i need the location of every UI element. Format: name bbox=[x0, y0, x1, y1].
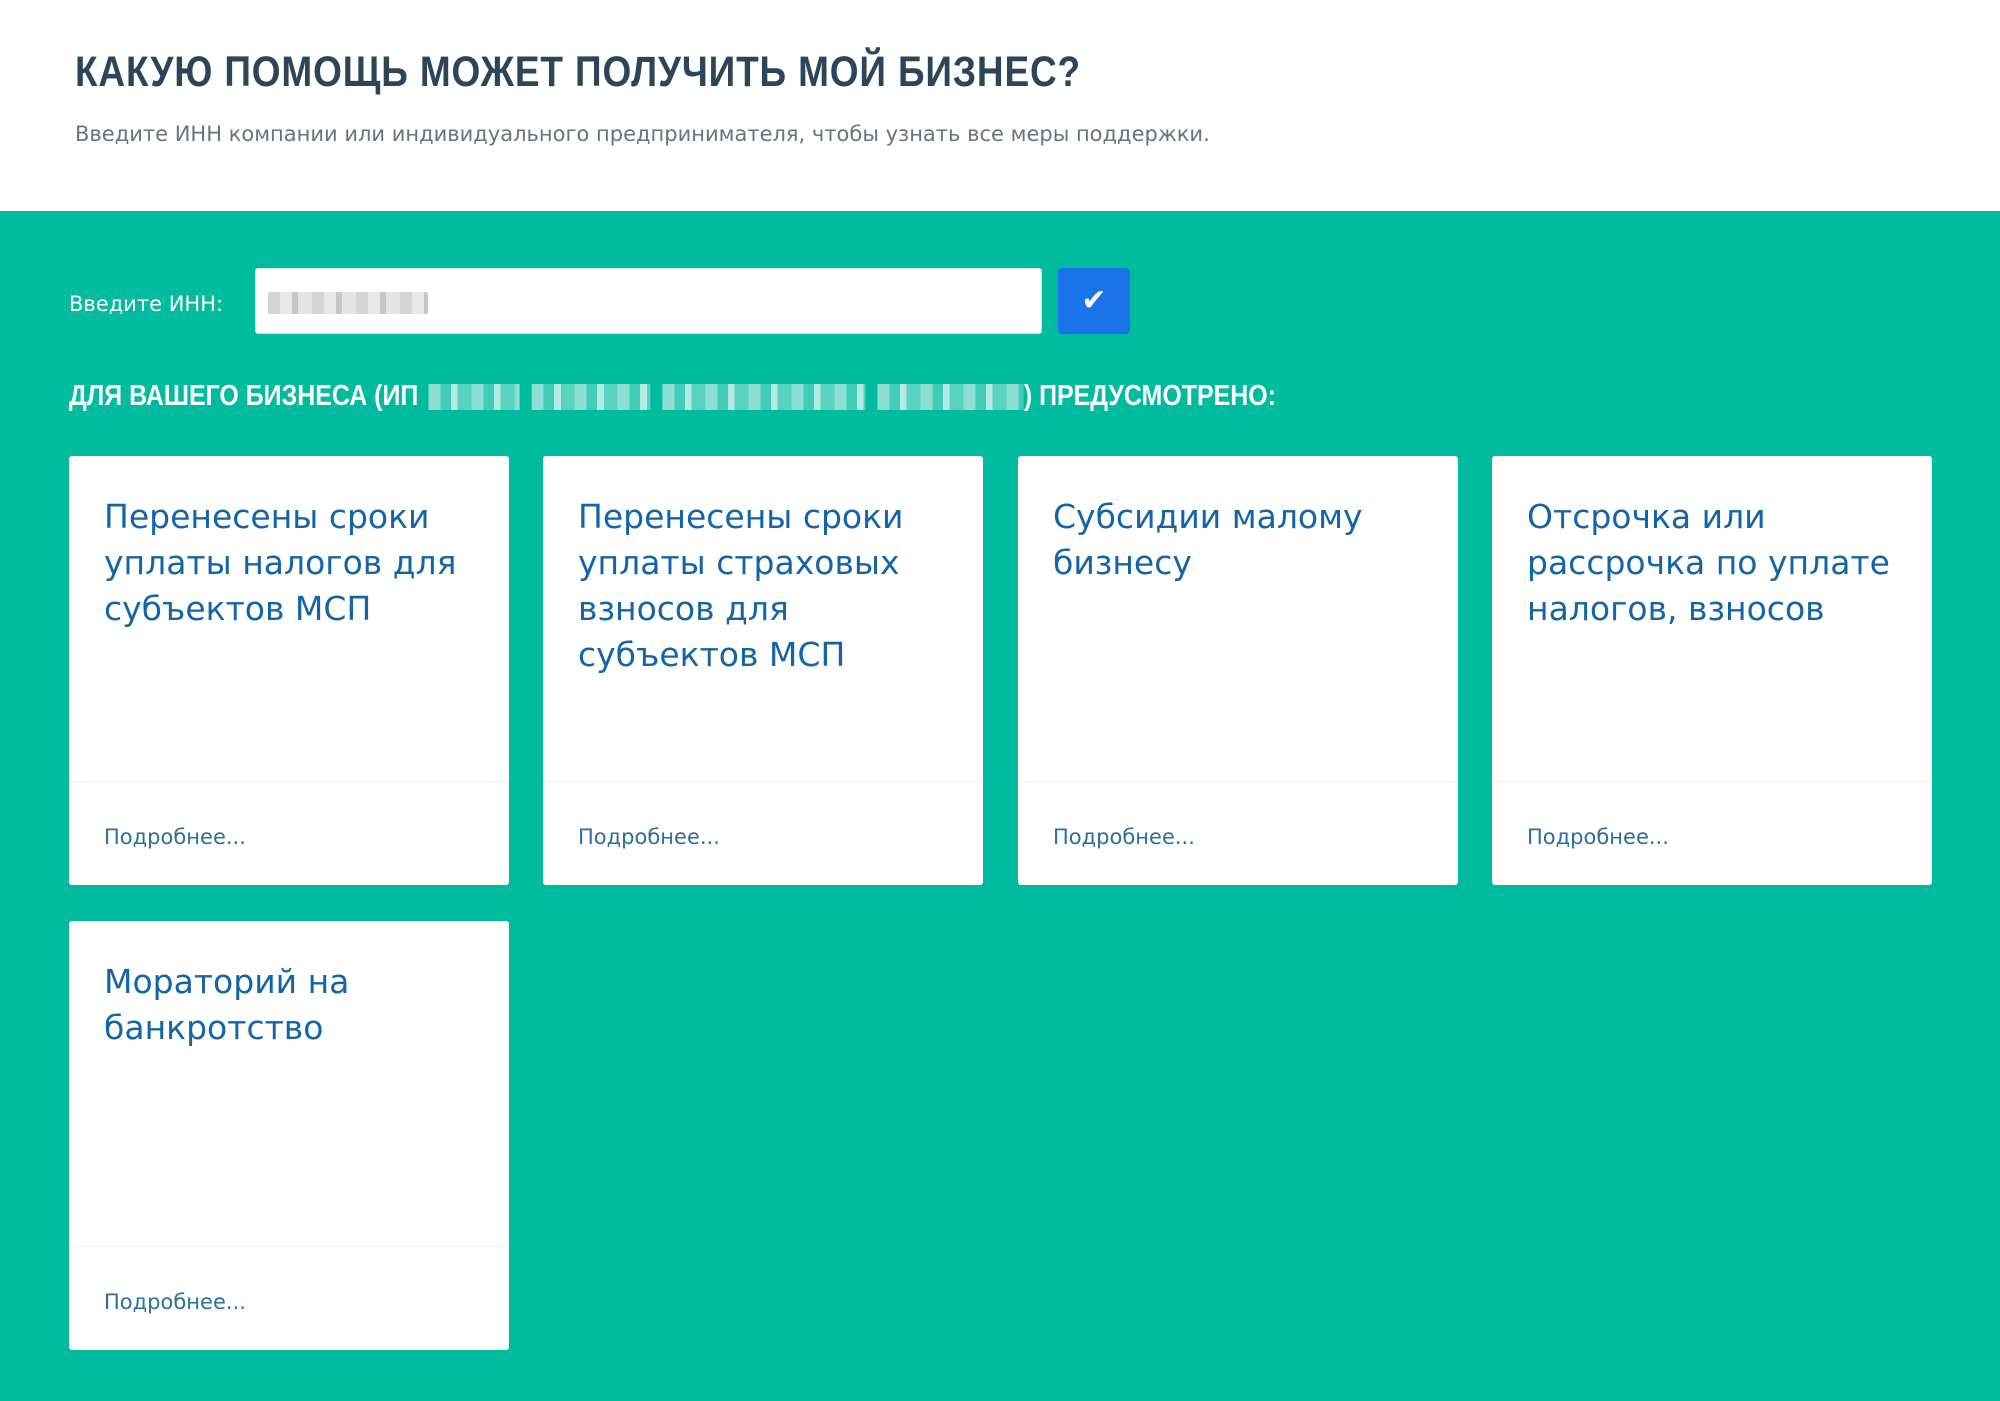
card-title: Мораторий на банкротство bbox=[104, 962, 350, 1047]
card-more-link[interactable]: Подробнее... bbox=[104, 822, 246, 852]
card-title: Перенесены сроки уплаты налогов для субъ… bbox=[104, 497, 457, 628]
page-subtitle: Введите ИНН компании или индивидуального… bbox=[75, 122, 1210, 146]
business-heading-prefix: ДЛЯ ВАШЕГО БИЗНЕСА (ИП bbox=[69, 380, 419, 412]
inn-redacted-value bbox=[268, 292, 428, 314]
page-header: КАКУЮ ПОМОЩЬ МОЖЕТ ПОЛУЧИТЬ МОЙ БИЗНЕС? … bbox=[0, 0, 2000, 211]
redacted-name-part bbox=[531, 384, 651, 411]
check-icon: ✔ bbox=[1081, 283, 1107, 318]
redacted-name-part bbox=[662, 384, 866, 411]
support-card[interactable]: Перенесены сроки уплаты страховых взносо… bbox=[543, 456, 983, 885]
support-card[interactable]: Отсрочка или рассрочка по уплате налогов… bbox=[1492, 456, 1932, 885]
card-title: Субсидии малому бизнесу bbox=[1053, 497, 1363, 582]
business-heading-suffix: ) ПРЕДУСМОТРЕНО: bbox=[1023, 380, 1276, 412]
card-more-link[interactable]: Подробнее... bbox=[1527, 822, 1669, 852]
page-title: КАКУЮ ПОМОЩЬ МОЖЕТ ПОЛУЧИТЬ МОЙ БИЗНЕС? bbox=[75, 48, 1081, 96]
card-divider bbox=[543, 781, 983, 782]
card-more-link[interactable]: Подробнее... bbox=[578, 822, 720, 852]
card-title: Перенесены сроки уплаты страховых взносо… bbox=[578, 497, 904, 674]
redacted-name-part bbox=[877, 384, 1024, 411]
submit-button[interactable]: ✔ bbox=[1058, 268, 1130, 334]
main-section: Введите ИНН: ✔ ДЛЯ ВАШЕГО БИЗНЕСА (ИП ) … bbox=[0, 211, 2000, 1401]
support-card[interactable]: Мораторий на банкротство Подробнее... bbox=[69, 921, 509, 1350]
card-divider bbox=[1018, 781, 1458, 782]
business-heading: ДЛЯ ВАШЕГО БИЗНЕСА (ИП ) ПРЕДУСМОТРЕНО: bbox=[69, 376, 1276, 416]
card-divider bbox=[69, 781, 509, 782]
support-card[interactable]: Перенесены сроки уплаты налогов для субъ… bbox=[69, 456, 509, 885]
card-title: Отсрочка или рассрочка по уплате налогов… bbox=[1527, 497, 1890, 628]
inn-label: Введите ИНН: bbox=[69, 292, 224, 316]
card-divider bbox=[1492, 781, 1932, 782]
card-more-link[interactable]: Подробнее... bbox=[104, 1287, 246, 1317]
card-divider bbox=[69, 1246, 509, 1247]
support-card[interactable]: Субсидии малому бизнесу Подробнее... bbox=[1018, 456, 1458, 885]
card-more-link[interactable]: Подробнее... bbox=[1053, 822, 1195, 852]
redacted-name-part bbox=[428, 384, 520, 411]
